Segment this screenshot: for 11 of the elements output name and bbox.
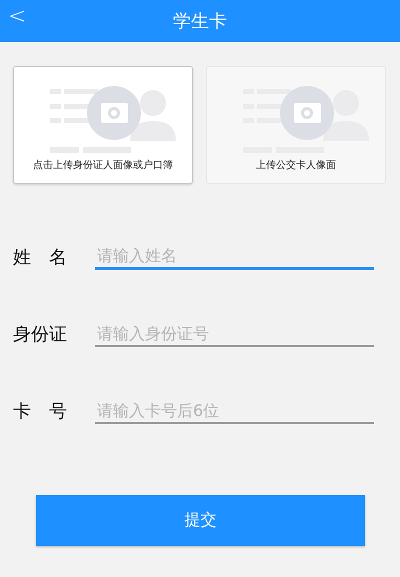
input-field[interactable]: 请输入姓名 [95,246,374,270]
card-caption: 上传公交卡人像面 [256,158,336,172]
page-title: 学生卡 [173,10,227,33]
card-caption: 点击上传身份证人面像或户口簿 [33,158,173,172]
field-label: 身份证 [13,323,68,347]
field-label: 姓 名 [13,246,68,270]
upload-card[interactable]: 上传公交卡人像面 [206,66,386,184]
field-label: 卡 号 [13,400,68,424]
input-field[interactable]: 请输入身份证号 [95,324,374,347]
upload-card[interactable]: 点击上传身份证人面像或户口簿 [13,66,193,184]
input-field[interactable]: 请输入卡号后6位 [95,401,374,424]
